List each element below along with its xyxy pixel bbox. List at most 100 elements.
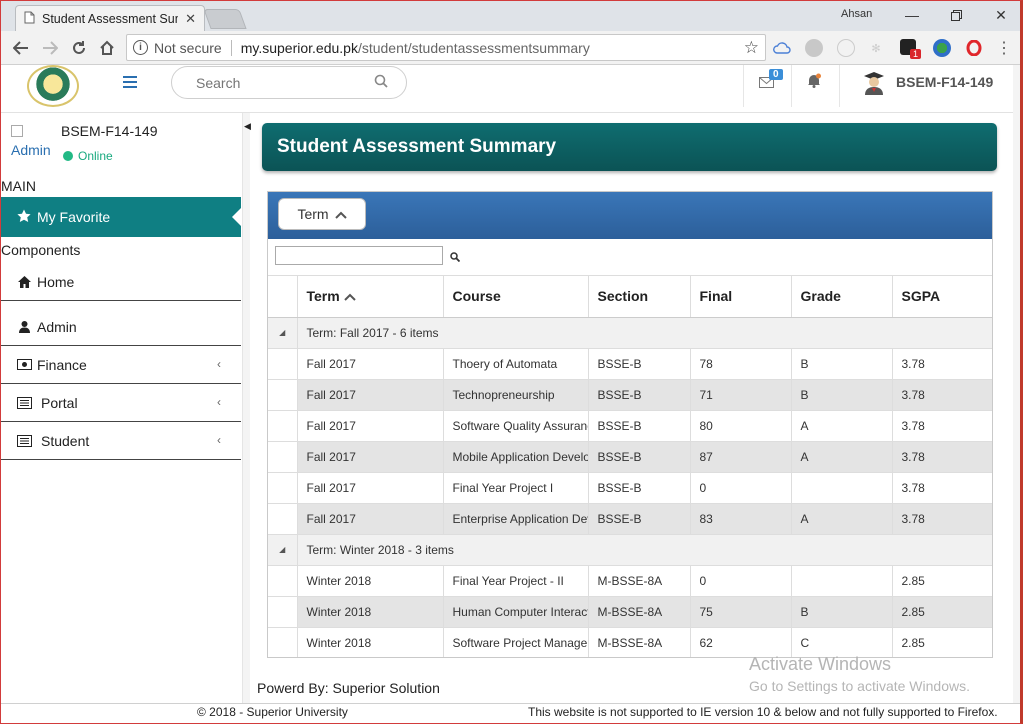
search-input[interactable] bbox=[196, 74, 356, 91]
table-cell: B bbox=[791, 379, 893, 411]
table-cell: BSSE-B bbox=[588, 472, 691, 504]
group-row[interactable]: ◢ Term: Winter 2018 - 3 items bbox=[268, 534, 992, 566]
cloud-icon[interactable] bbox=[773, 39, 791, 57]
search-box[interactable] bbox=[171, 66, 407, 99]
close-window-icon[interactable]: ✕ bbox=[986, 5, 1016, 25]
column-header[interactable]: Section bbox=[588, 276, 691, 318]
atom-icon[interactable] bbox=[837, 39, 855, 57]
maximize-icon[interactable] bbox=[941, 5, 971, 25]
column-header[interactable]: Course bbox=[443, 276, 589, 318]
table-row[interactable]: Winter 2018Human Computer InteractionM-B… bbox=[268, 596, 992, 628]
sort-asc-icon[interactable] bbox=[343, 288, 356, 304]
search-icon[interactable] bbox=[374, 74, 388, 91]
forward-icon[interactable] bbox=[38, 36, 62, 60]
row-gutter bbox=[268, 348, 298, 380]
sidebar-collapse-handle[interactable]: ◀ bbox=[242, 113, 251, 703]
minimize-icon[interactable]: — bbox=[897, 5, 927, 25]
table-cell: BSSE-B bbox=[588, 379, 691, 411]
bell-icon[interactable] bbox=[807, 73, 821, 92]
table-cell: 80 bbox=[690, 410, 792, 442]
globe-icon[interactable] bbox=[805, 39, 823, 57]
home-icon bbox=[15, 275, 33, 288]
column-header[interactable]: SGPA bbox=[892, 276, 992, 318]
browser-tab[interactable]: Student Assessment Sum ✕ bbox=[15, 5, 205, 31]
page-title: Student Assessment Summary bbox=[262, 123, 997, 171]
gear-icon[interactable]: ✻ bbox=[867, 39, 885, 57]
collapse-triangle-icon[interactable]: ◢ bbox=[268, 534, 298, 566]
filter-input[interactable] bbox=[275, 246, 443, 265]
home-icon[interactable] bbox=[95, 36, 119, 60]
table-cell: 0 bbox=[690, 472, 792, 504]
table-row[interactable]: Fall 2017 Thoery of Automata BSSE-B 78 B 3.78 bbox=[268, 348, 992, 380]
column-header[interactable]: Term bbox=[297, 276, 444, 318]
sidebar-item-label: Student bbox=[41, 432, 90, 449]
sidebar-item-label: Home bbox=[37, 273, 75, 290]
tab-title: Student Assessment Sum bbox=[42, 11, 179, 26]
section-header-main: MAIN bbox=[1, 178, 36, 194]
status-dot-icon bbox=[63, 151, 73, 161]
table-cell: B bbox=[791, 348, 893, 380]
table-cell: M-BSSE-8A bbox=[588, 596, 691, 628]
url-text[interactable]: my.superior.edu.pk/student/studentassess… bbox=[241, 40, 590, 56]
column-header[interactable]: Final bbox=[690, 276, 792, 318]
sidebar-item-portal[interactable]: Portal ‹ bbox=[1, 384, 241, 422]
university-logo[interactable] bbox=[27, 65, 79, 107]
new-tab-button[interactable] bbox=[203, 9, 247, 29]
opera-icon[interactable] bbox=[965, 39, 983, 57]
browser-window: Student Assessment Sum ✕ Ahsan — ✕ i Not… bbox=[0, 0, 1023, 724]
browser-notice: This website is not supported to IE vers… bbox=[528, 705, 998, 719]
sidebar-profile: Admin BSEM-F14-149 Online bbox=[11, 121, 241, 173]
table-row[interactable]: Fall 2017 Final Year Project I BSSE-B 0 3.78 bbox=[268, 472, 992, 504]
scrollbar[interactable] bbox=[1013, 65, 1020, 703]
table-row[interactable]: Fall 2017 Software Quality Assurance BSSE-… bbox=[268, 410, 992, 442]
back-icon[interactable] bbox=[9, 36, 33, 60]
sidebar: Admin BSEM-F14-149 Online MAIN My Favori… bbox=[1, 113, 242, 703]
sidebar-item-label: Portal bbox=[41, 394, 78, 411]
bookmark-star-icon[interactable]: ☆ bbox=[744, 38, 759, 58]
table-cell: Fall 2017 bbox=[297, 472, 444, 504]
table-cell: M-BSSE-8A bbox=[588, 627, 691, 657]
table-cell: Enterprise Application Development bbox=[443, 503, 589, 535]
group-row[interactable]: ◢ Term: Fall 2017 - 6 items bbox=[268, 317, 992, 349]
table-cell: Fall 2017 bbox=[297, 379, 444, 411]
sidebar-item-label: My Favorite bbox=[37, 209, 111, 225]
table-row[interactable]: Fall 2017Mobile Application DevelopmentB… bbox=[268, 441, 992, 473]
divider bbox=[839, 65, 840, 107]
address-bar[interactable]: i Not secure my.superior.edu.pk/student/… bbox=[126, 34, 766, 61]
info-icon[interactable]: i bbox=[133, 40, 148, 55]
hamburger-menu-icon[interactable] bbox=[119, 71, 141, 93]
sidebar-item-finance[interactable]: Finance ‹ bbox=[1, 346, 241, 384]
table-cell bbox=[791, 565, 893, 597]
chevron-left-icon: ‹ bbox=[217, 357, 221, 371]
avatar: Admin bbox=[11, 123, 51, 159]
column-header[interactable]: Grade bbox=[791, 276, 893, 318]
table-cell: M-BSSE-8A bbox=[588, 565, 691, 597]
sidebar-item-student[interactable]: Student ‹ bbox=[1, 422, 241, 460]
table-row[interactable]: Fall 2017Enterprise Application Developm… bbox=[268, 503, 992, 535]
profile-name[interactable]: Ahsan bbox=[841, 8, 872, 20]
sidebar-item-favorite[interactable]: My Favorite bbox=[1, 197, 241, 237]
table-cell: A bbox=[791, 441, 893, 473]
sidebar-item-home[interactable]: Home bbox=[1, 263, 241, 301]
table-cell: Final Year Project I bbox=[443, 472, 589, 504]
activation-watermark-hint: Go to Settings to activate Windows. bbox=[749, 678, 970, 694]
collapse-triangle-icon[interactable]: ◢ bbox=[268, 317, 298, 349]
table-cell: 71 bbox=[690, 379, 792, 411]
sidebar-item-admin[interactable]: Admin bbox=[1, 308, 241, 346]
table-cell bbox=[791, 472, 893, 504]
row-gutter bbox=[268, 627, 298, 657]
table-row[interactable]: Fall 2017 Technopreneurship BSSE-B 71 B 3.78 bbox=[268, 379, 992, 411]
group-chip-term[interactable]: Term bbox=[278, 198, 366, 230]
user-icon bbox=[15, 320, 33, 333]
table-row[interactable]: Winter 2018 Final Year Project - II M-BSSE… bbox=[268, 565, 992, 597]
header-username[interactable]: BSEM-F14-149 bbox=[896, 74, 993, 90]
earth-icon[interactable] bbox=[933, 39, 951, 57]
table-cell: BSSE-B bbox=[588, 441, 691, 473]
assessment-grid: Term Term Course Section Final Grade SGP… bbox=[267, 191, 993, 658]
close-icon[interactable]: ✕ bbox=[185, 11, 196, 27]
graduate-avatar-icon[interactable] bbox=[863, 71, 885, 95]
search-icon[interactable] bbox=[450, 250, 461, 265]
menu-dots-icon[interactable]: ⋮ bbox=[995, 39, 1013, 57]
table-cell: Mobile Application Development bbox=[443, 441, 589, 473]
reload-icon[interactable] bbox=[67, 36, 91, 60]
